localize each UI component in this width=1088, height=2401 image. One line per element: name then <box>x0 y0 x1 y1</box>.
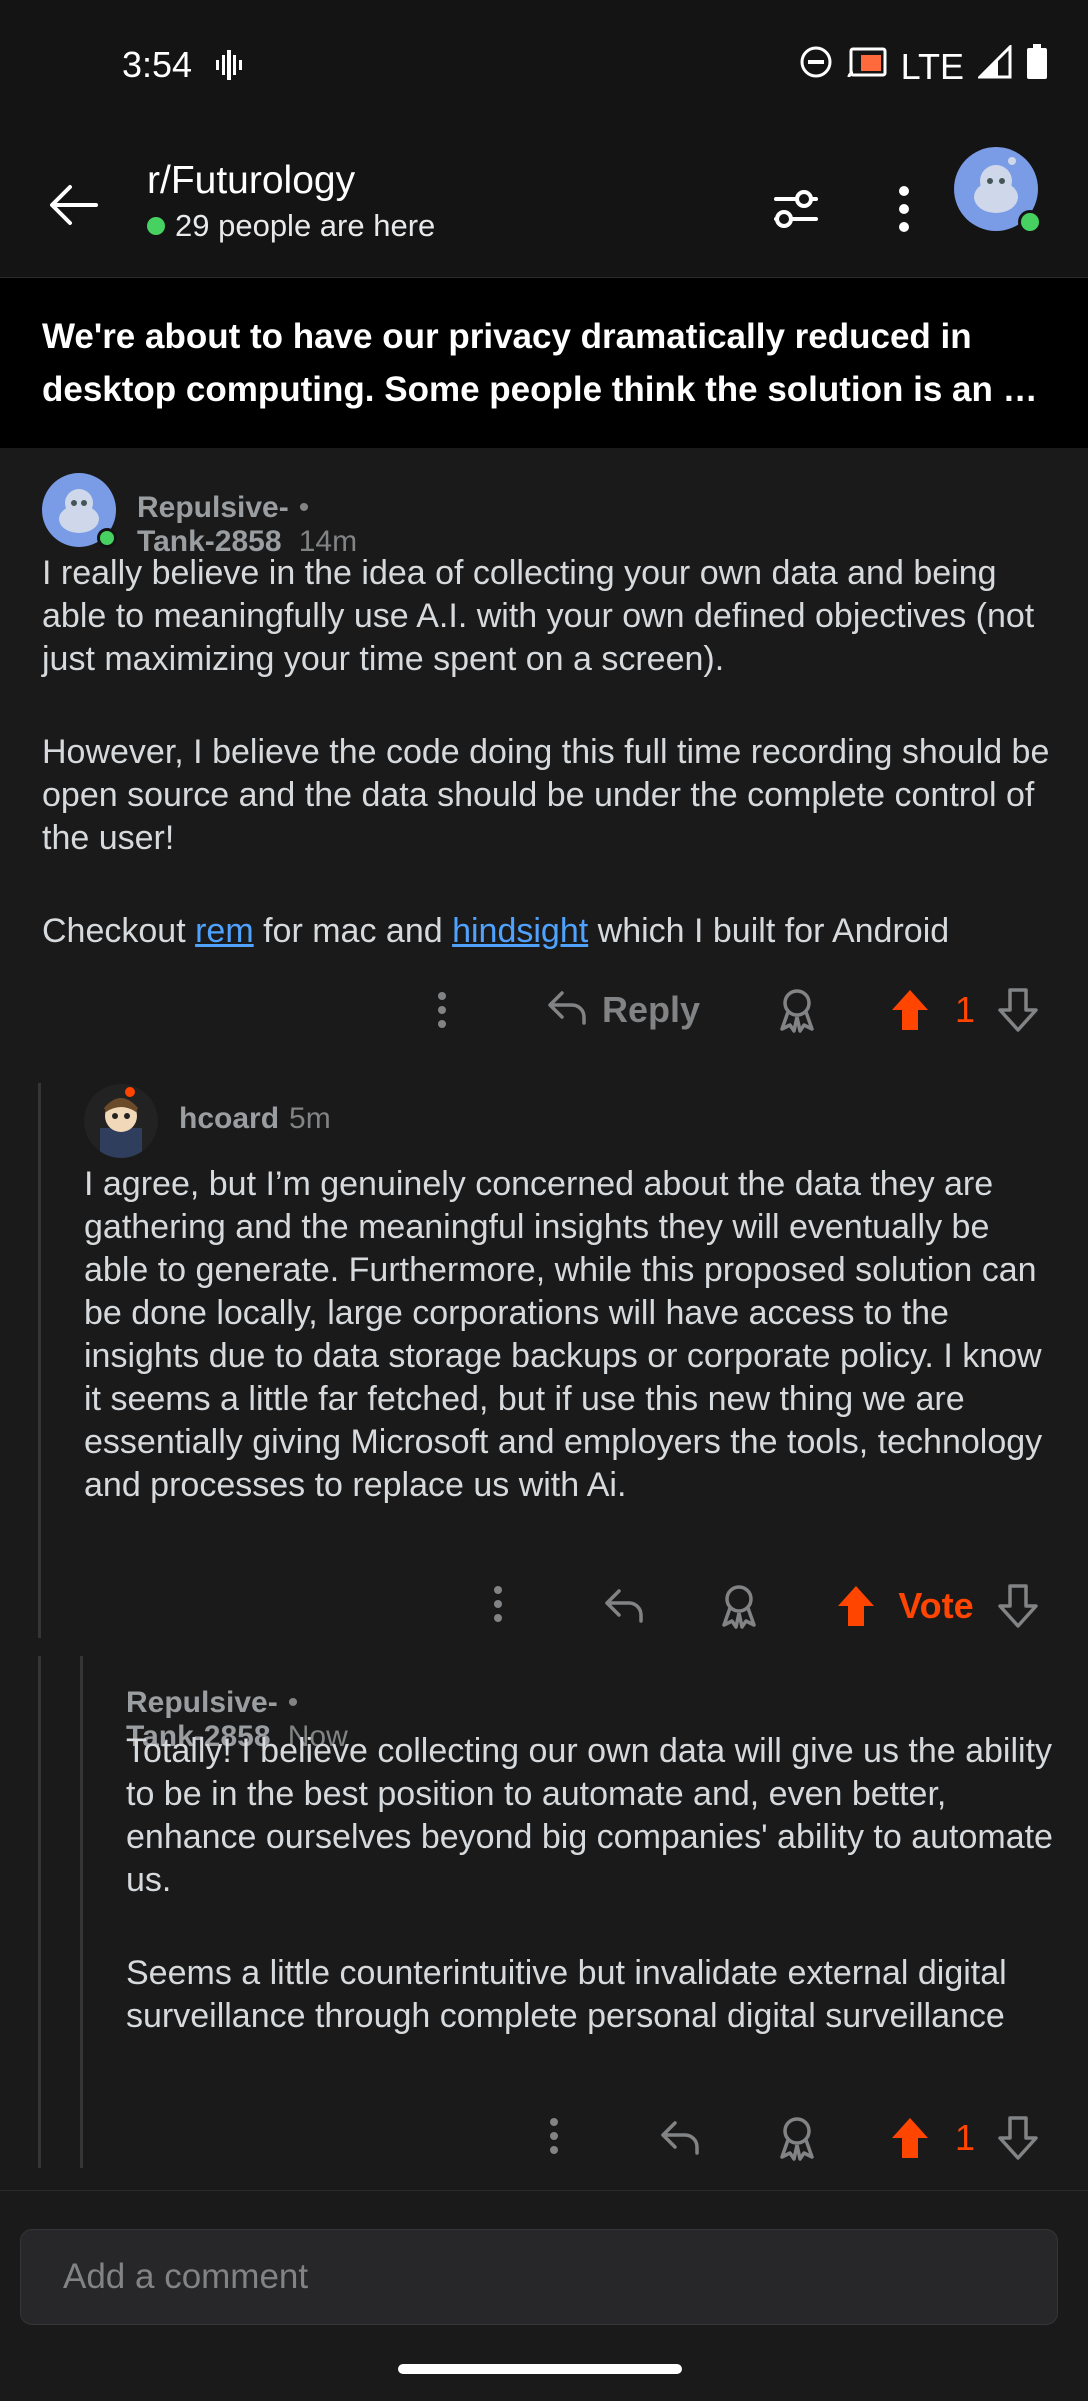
comment-timestamp: 5m <box>289 1102 331 1135</box>
upvote-icon[interactable] <box>834 1580 878 1632</box>
comment-paragraph: However, I believe the code doing this f… <box>42 733 1050 857</box>
downvote-icon[interactable] <box>996 986 1040 1034</box>
comment-body: I agree, but I’m genuinely concerned abo… <box>84 1163 1044 1507</box>
more-options-icon[interactable] <box>532 2112 576 2160</box>
thread-line[interactable] <box>80 1656 83 2168</box>
post-banner[interactable]: We're about to have our privacy dramatic… <box>0 278 1088 448</box>
thread-line[interactable] <box>38 1656 41 2168</box>
presence-text: 29 people are here <box>175 208 436 243</box>
award-icon[interactable] <box>772 2112 822 2164</box>
comment-paragraph: I really believe in the idea of collecti… <box>42 554 1035 678</box>
downvote-icon[interactable] <box>996 2114 1040 2162</box>
thread-line[interactable] <box>38 1083 41 1638</box>
comment-header: hcoard 5m <box>179 1102 331 1136</box>
rem-link[interactable]: rem <box>195 912 254 950</box>
reply-icon[interactable] <box>600 1584 648 1628</box>
subreddit-title[interactable]: r/Futurology <box>147 159 355 203</box>
status-bar: 3:54 LTE <box>0 0 1088 135</box>
status-time: 3:54 <box>122 44 193 85</box>
app-bar: r/Futurology 29 people are here <box>0 135 1088 278</box>
status-icons: LTE <box>799 43 1048 89</box>
post-title: We're about to have our privacy dramatic… <box>42 317 1052 409</box>
comment-paragraph: Totally! I believe collecting our own da… <box>126 1732 1053 1899</box>
vote-label: Vote <box>898 1585 974 1626</box>
hindsight-link[interactable]: hindsight <box>452 912 588 950</box>
signal-icon <box>976 43 1012 88</box>
award-icon[interactable] <box>714 1580 764 1632</box>
add-comment-input[interactable] <box>20 2229 1058 2325</box>
downvote-icon[interactable] <box>996 1582 1040 1630</box>
comment-author[interactable]: hcoard <box>179 1102 279 1136</box>
sort-filter-icon[interactable] <box>768 181 824 237</box>
network-type: LTE <box>900 45 964 87</box>
reply-label: Reply <box>602 989 701 1030</box>
award-icon[interactable] <box>772 984 822 1036</box>
back-arrow-icon[interactable] <box>46 177 102 233</box>
battery-icon <box>1026 44 1048 89</box>
more-options-icon[interactable] <box>476 1580 520 1628</box>
commenter-avatar[interactable] <box>84 1084 158 1158</box>
user-online-badge <box>1018 210 1042 234</box>
comment-author[interactable]: Repulsive-Tank-2858 <box>137 491 289 559</box>
vote-count: 1 <box>954 2117 976 2158</box>
reply-icon[interactable] <box>656 2116 704 2160</box>
cast-icon <box>847 46 887 88</box>
comment-timestamp: • 14m <box>298 491 358 558</box>
reply-icon <box>546 989 588 1032</box>
comment-paragraph: Checkout rem for mac and hindsight which… <box>42 912 950 950</box>
upvote-icon[interactable] <box>888 984 932 1036</box>
online-dot-icon <box>147 217 165 235</box>
home-indicator[interactable] <box>398 2364 682 2374</box>
vote-count: 1 <box>954 989 976 1030</box>
commenter-online-badge <box>97 528 117 548</box>
comment-body: I really believe in the idea of collecti… <box>42 552 1062 953</box>
more-options-icon[interactable] <box>420 986 464 1034</box>
more-options-icon[interactable] <box>876 181 932 237</box>
comment-body: Totally! I believe collecting our own da… <box>126 1730 1062 2038</box>
dnd-icon <box>799 45 833 88</box>
comment-paragraph: Seems a little counterintuitive but inva… <box>126 1954 1007 2035</box>
presence-indicator: 29 people are here <box>147 208 435 244</box>
upvote-icon[interactable] <box>888 2112 932 2164</box>
reply-button[interactable]: Reply <box>546 982 700 1038</box>
comment-paragraph: I agree, but I’m genuinely concerned abo… <box>84 1165 1043 1504</box>
comment-header: Repulsive-Tank-2858 • 14m <box>137 491 357 559</box>
vibrate-icon <box>216 50 242 85</box>
